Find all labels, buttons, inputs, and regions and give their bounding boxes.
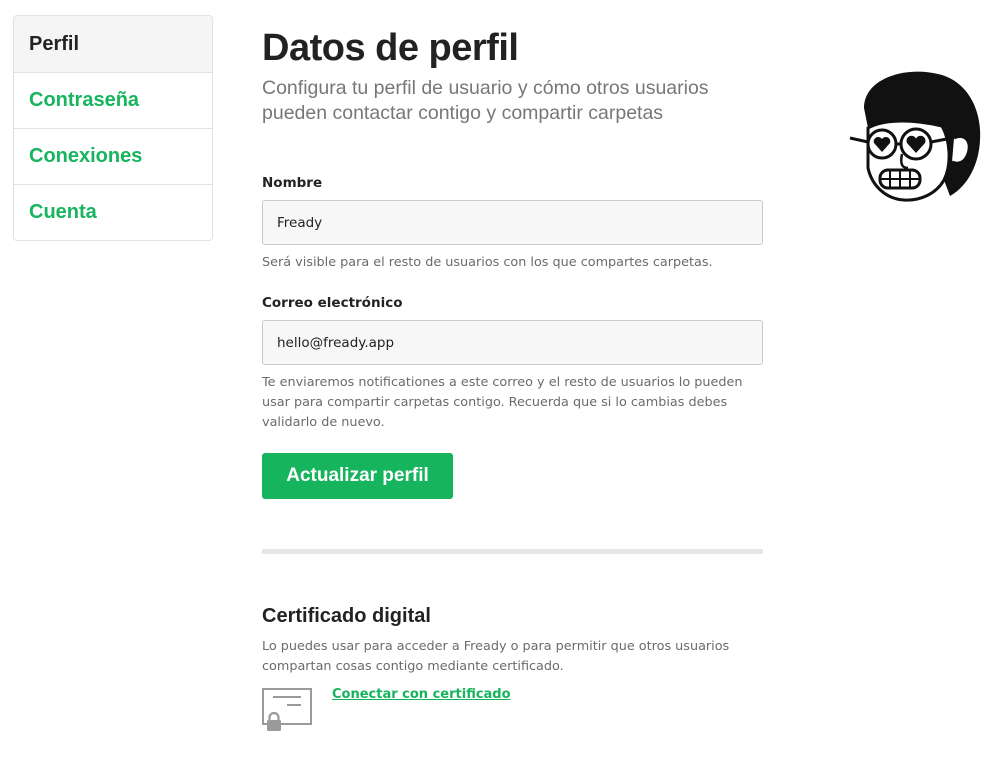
certificate-lock-icon [262,687,314,733]
sidebar-item-perfil[interactable]: Perfil [14,16,212,72]
settings-sidebar: Perfil Contraseña Conexiones Cuenta [13,15,213,241]
sidebar-item-cuenta[interactable]: Cuenta [14,184,212,240]
name-label: Nombre [262,175,323,191]
section-divider [262,549,763,554]
sidebar-item-conexiones[interactable]: Conexiones [14,128,212,184]
sidebar-item-label: Cuenta [29,201,97,223]
page-subtitle: Configura tu perfil de usuario y cómo ot… [262,77,709,124]
page-title: Datos de perfil [262,27,519,69]
profile-main: Datos de perfil Configura tu perfil de u… [262,26,764,733]
avatar-illustration-icon [849,71,981,202]
email-help-text: Te enviaremos notificationes a este corr… [262,375,743,430]
connect-certificate-link[interactable]: Conectar con certificado [332,687,511,733]
sidebar-item-contrasena[interactable]: Contraseña [14,72,212,128]
sidebar-item-label: Contraseña [29,89,140,111]
name-help-text: Será visible para el resto de usuarios c… [262,255,713,270]
certificate-row: Conectar con certificado [262,687,764,733]
sidebar-item-label: Conexiones [29,145,143,167]
email-input[interactable] [262,320,763,365]
email-label: Correo electrónico [262,295,403,311]
sidebar-item-label: Perfil [29,32,80,55]
email-field-group: Correo electrónico Te enviaremos notific… [262,292,764,433]
name-input[interactable] [262,200,763,245]
name-field-group: Nombre Será visible para el resto de usu… [262,172,764,273]
update-profile-button[interactable]: Actualizar perfil [262,453,453,499]
avatar [846,68,982,204]
certificate-section-title: Certificado digital [262,605,431,627]
certificate-description: Lo puedes usar para acceder a Fready o p… [262,639,730,674]
